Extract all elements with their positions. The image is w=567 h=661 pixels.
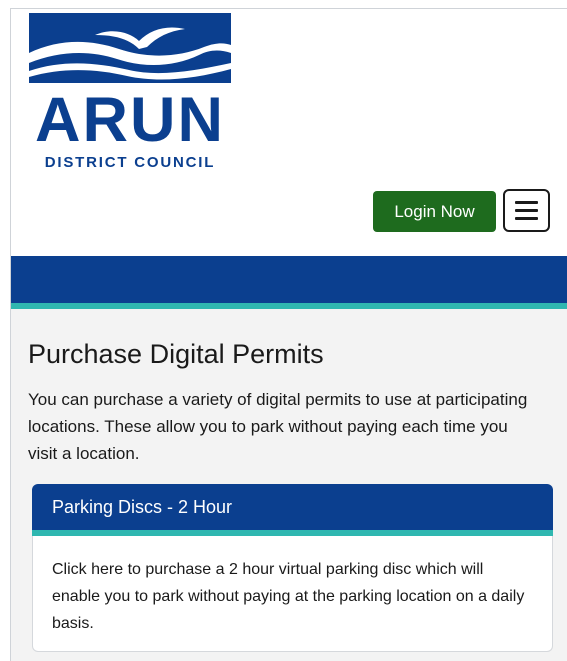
card-description: Click here to purchase a 2 hour virtual … — [52, 561, 525, 632]
logo-subtitle: DISTRICT COUNCIL — [44, 154, 216, 171]
logo-wordmark: ARUN — [35, 85, 225, 155]
login-button[interactable]: Login Now — [373, 191, 496, 232]
permit-card-parking-disc[interactable]: Parking Discs - 2 Hour Click here to pur… — [32, 484, 553, 652]
waves-bird-emblem — [29, 13, 231, 83]
arun-logo[interactable]: ARUN DISTRICT COUNCIL — [29, 13, 231, 183]
hamburger-menu-button[interactable] — [503, 189, 550, 232]
intro-text: You can purchase a variety of digital pe… — [28, 390, 528, 463]
card-heading[interactable]: Parking Discs - 2 Hour — [32, 484, 553, 530]
card-body[interactable]: Click here to purchase a 2 hour virtual … — [32, 536, 553, 652]
page-title: Purchase Digital Permits — [28, 339, 324, 369]
navigation-band — [11, 256, 567, 303]
